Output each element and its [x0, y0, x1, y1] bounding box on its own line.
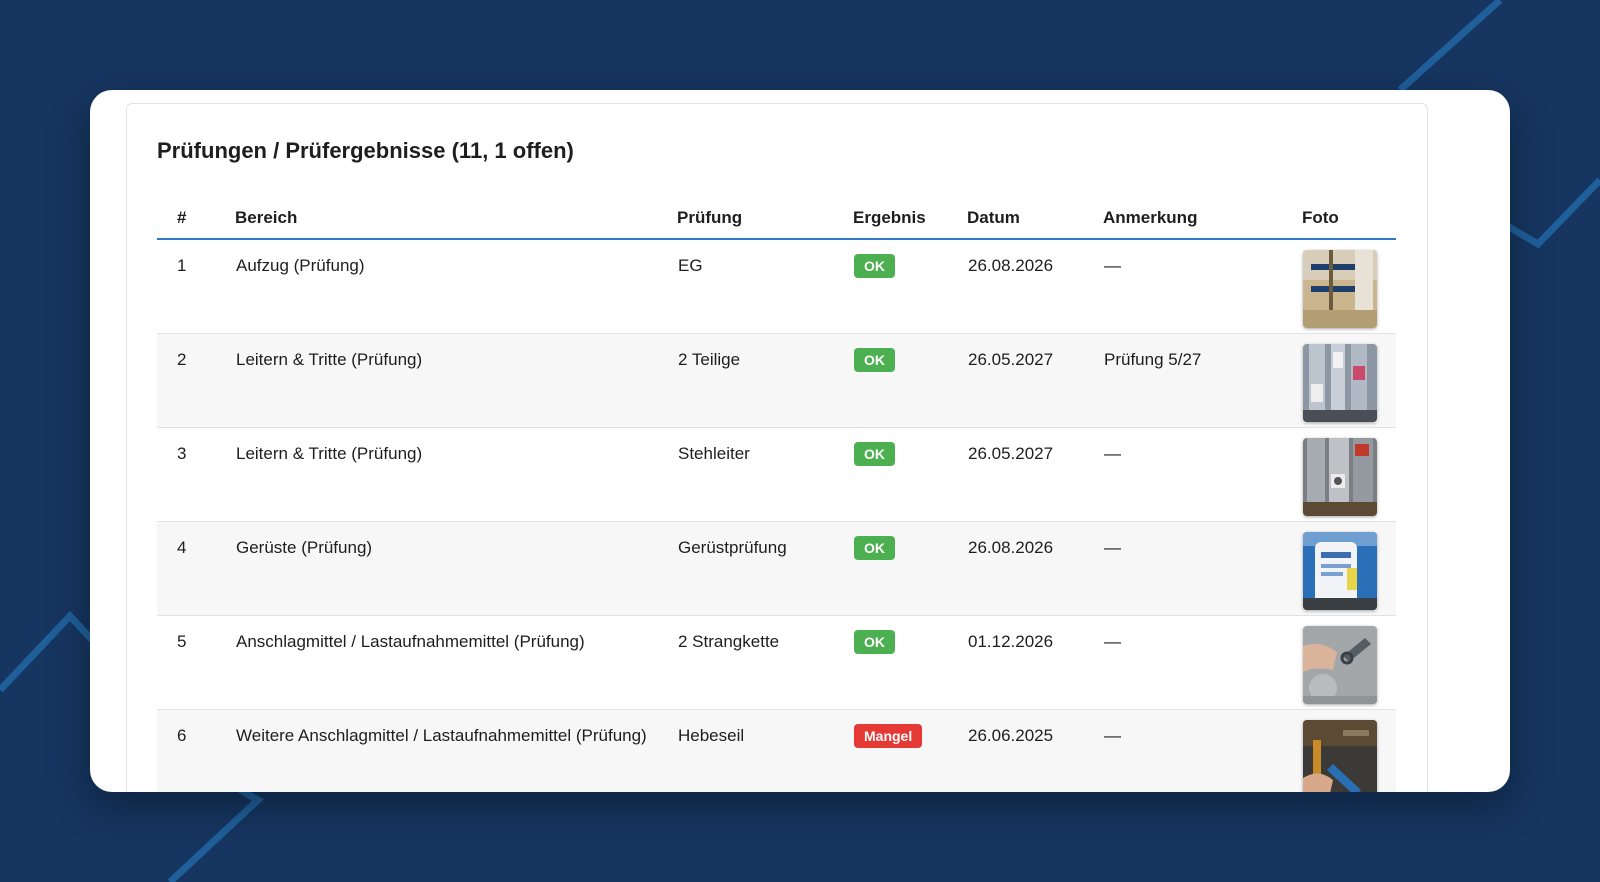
table-row[interactable]: 5 Anschlagmittel / Lastaufnahmemittel (P…: [157, 615, 1396, 710]
header-num: #: [157, 198, 235, 240]
row-number: 4: [157, 521, 235, 616]
ladder-label-photo-thumbnail[interactable]: [1303, 343, 1377, 422]
row-anmerkung: —: [1103, 709, 1302, 792]
row-pruefung: 2 Teilige: [677, 333, 853, 428]
row-anmerkung: Prüfung 5/27: [1103, 333, 1302, 428]
status-badge: OK: [854, 347, 895, 372]
inspections-panel: Prüfungen / Prüfergebnisse (11, 1 offen)…: [126, 103, 1428, 792]
header-datum: Datum: [967, 198, 1103, 240]
status-badge: OK: [854, 254, 895, 279]
row-foto: [1302, 615, 1396, 710]
row-anmerkung: —: [1103, 521, 1302, 616]
row-anmerkung: —: [1103, 239, 1302, 334]
table-row[interactable]: 2 Leitern & Tritte (Prüfung) 2 Teilige O…: [157, 333, 1396, 428]
table-row[interactable]: 4 Gerüste (Prüfung) Gerüstprüfung OK 26.…: [157, 521, 1396, 616]
row-pruefung: Hebeseil: [677, 709, 853, 792]
row-datum: 26.06.2025: [967, 709, 1103, 792]
status-badge: OK: [854, 535, 895, 560]
stepladder-photo-thumbnail[interactable]: [1303, 437, 1377, 516]
row-pruefung: Gerüstprüfung: [677, 521, 853, 616]
status-badge: Mangel: [854, 723, 923, 748]
row-bereich: Gerüste (Prüfung): [235, 521, 677, 616]
header-foto: Foto: [1302, 198, 1396, 240]
row-number: 3: [157, 427, 235, 522]
chain-photo-thumbnail[interactable]: [1303, 625, 1377, 704]
row-pruefung: Stehleiter: [677, 427, 853, 522]
row-foto: [1302, 427, 1396, 522]
header-anmerkung: Anmerkung: [1103, 198, 1302, 240]
table-header-row: # Bereich Prüfung Ergebnis Datum Anmerku…: [157, 198, 1396, 240]
rope-photo-thumbnail[interactable]: [1303, 719, 1377, 792]
inspections-table: # Bereich Prüfung Ergebnis Datum Anmerku…: [157, 198, 1396, 792]
row-ergebnis: OK: [853, 615, 967, 710]
row-pruefung: 2 Strangkette: [677, 615, 853, 710]
scaffold-tag-photo-thumbnail[interactable]: [1303, 531, 1377, 610]
header-bereich: Bereich: [235, 198, 677, 240]
row-datum: 01.12.2026: [967, 615, 1103, 710]
status-badge: OK: [854, 629, 895, 654]
row-ergebnis: Mangel: [853, 709, 967, 792]
row-bereich: Weitere Anschlagmittel / Lastaufnahmemit…: [235, 709, 677, 792]
row-foto: [1302, 239, 1396, 334]
row-number: 2: [157, 333, 235, 428]
row-bereich: Anschlagmittel / Lastaufnahmemittel (Prü…: [235, 615, 677, 710]
row-foto: [1302, 521, 1396, 616]
row-foto: [1302, 333, 1396, 428]
header-ergebnis: Ergebnis: [853, 198, 967, 240]
row-ergebnis: OK: [853, 521, 967, 616]
row-datum: 26.08.2026: [967, 521, 1103, 616]
row-anmerkung: —: [1103, 615, 1302, 710]
table-row[interactable]: 1 Aufzug (Prüfung) EG OK 26.08.2026 —: [157, 239, 1396, 334]
elevator-photo-thumbnail[interactable]: [1303, 250, 1377, 328]
row-foto: [1302, 709, 1396, 792]
row-datum: 26.05.2027: [967, 333, 1103, 428]
section-title: Prüfungen / Prüfergebnisse (11, 1 offen): [157, 138, 574, 163]
row-bereich: Leitern & Tritte (Prüfung): [235, 333, 677, 428]
header-pruefung: Prüfung: [677, 198, 853, 240]
row-bereich: Aufzug (Prüfung): [235, 239, 677, 334]
row-number: 1: [157, 239, 235, 334]
row-anmerkung: —: [1103, 427, 1302, 522]
row-pruefung: EG: [677, 239, 853, 334]
row-number: 6: [157, 709, 235, 792]
row-bereich: Leitern & Tritte (Prüfung): [235, 427, 677, 522]
row-datum: 26.05.2027: [967, 427, 1103, 522]
row-number: 5: [157, 615, 235, 710]
row-ergebnis: OK: [853, 333, 967, 428]
table-row[interactable]: 6 Weitere Anschlagmittel / Lastaufnahmem…: [157, 709, 1396, 792]
row-ergebnis: OK: [853, 239, 967, 334]
row-ergebnis: OK: [853, 427, 967, 522]
table-row[interactable]: 3 Leitern & Tritte (Prüfung) Stehleiter …: [157, 427, 1396, 522]
content-window: Prüfungen / Prüfergebnisse (11, 1 offen)…: [90, 90, 1510, 792]
status-badge: OK: [854, 441, 895, 466]
row-datum: 26.08.2026: [967, 239, 1103, 334]
